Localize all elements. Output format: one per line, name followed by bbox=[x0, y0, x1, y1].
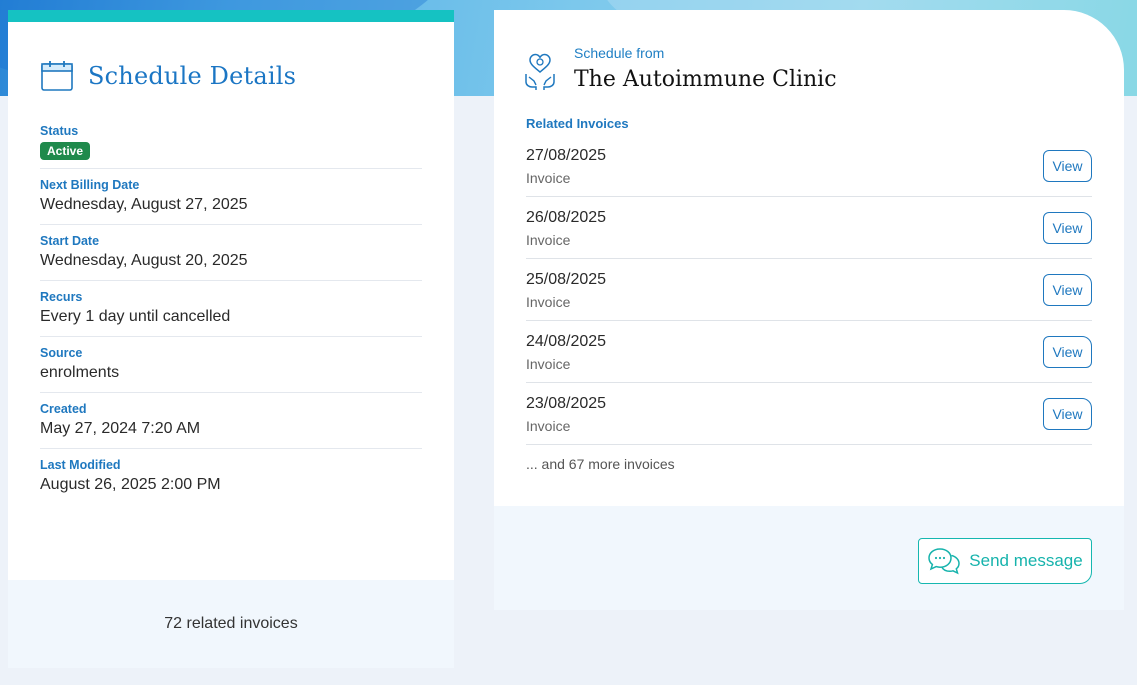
field-value: Wednesday, August 27, 2025 bbox=[40, 196, 248, 213]
schedule-fields: Status Active Next Billing Date Wednesda… bbox=[40, 115, 422, 504]
field-start-date: Start Date Wednesday, August 20, 2025 bbox=[40, 225, 422, 281]
invoice-info: 26/08/2025 Invoice bbox=[526, 207, 606, 248]
view-invoice-button[interactable]: View bbox=[1043, 149, 1092, 182]
invoice-row: 25/08/2025 Invoice View bbox=[526, 259, 1092, 321]
schedule-details-card: Schedule Details Status Active Next Bill… bbox=[8, 10, 454, 668]
status-badge: Active bbox=[40, 142, 91, 160]
invoice-date: 24/08/2025 bbox=[526, 333, 607, 350]
field-last-modified: Last Modified August 26, 2025 2:00 PM bbox=[40, 449, 422, 504]
field-value: Every 1 day until cancelled bbox=[40, 308, 231, 325]
field-label: Recurs bbox=[40, 290, 83, 304]
invoice-date: 27/08/2025 bbox=[526, 147, 607, 164]
field-label: Source bbox=[40, 346, 83, 360]
chat-bubbles-icon bbox=[928, 548, 961, 575]
invoice-type: Invoice bbox=[526, 356, 571, 372]
invoice-date: 26/08/2025 bbox=[526, 209, 607, 226]
field-label: Last Modified bbox=[40, 458, 121, 472]
card-accent-bar bbox=[8, 10, 454, 22]
field-value: Wednesday, August 20, 2025 bbox=[40, 252, 248, 269]
clinic-name: The Autoimmune Clinic bbox=[574, 67, 837, 92]
invoice-type: Invoice bbox=[526, 232, 571, 248]
clinic-text: Schedule from The Autoimmune Clinic bbox=[574, 44, 837, 92]
clinic-card-footer: Send message bbox=[494, 506, 1124, 610]
calendar-icon bbox=[41, 61, 73, 91]
page-title: Schedule Details bbox=[88, 62, 297, 90]
related-invoices-heading: Related Invoices bbox=[526, 116, 629, 131]
field-label: Start Date bbox=[40, 234, 100, 248]
invoice-date: 23/08/2025 bbox=[526, 395, 607, 412]
field-label: Next Billing Date bbox=[40, 178, 140, 192]
clinic-card: Schedule from The Autoimmune Clinic Rela… bbox=[494, 10, 1124, 610]
view-invoice-button[interactable]: View bbox=[1043, 335, 1092, 368]
view-invoice-button[interactable]: View bbox=[1043, 397, 1092, 430]
related-invoices: Related Invoices 27/08/2025 Invoice View… bbox=[526, 116, 1092, 472]
heart-hands-icon bbox=[525, 53, 555, 90]
invoice-info: 23/08/2025 Invoice bbox=[526, 393, 606, 434]
view-invoice-button[interactable]: View bbox=[1043, 211, 1092, 244]
invoice-type: Invoice bbox=[526, 294, 571, 310]
invoice-info: 25/08/2025 Invoice bbox=[526, 269, 606, 310]
related-invoices-count: 72 related invoices bbox=[8, 580, 454, 668]
send-message-button[interactable]: Send message bbox=[918, 538, 1092, 584]
invoice-date: 25/08/2025 bbox=[526, 271, 607, 288]
send-message-label: Send message bbox=[969, 551, 1083, 570]
schedule-from-label: Schedule from bbox=[574, 45, 665, 61]
invoice-row: 26/08/2025 Invoice View bbox=[526, 197, 1092, 259]
field-label: Status bbox=[40, 124, 79, 138]
field-created: Created May 27, 2024 7:20 AM bbox=[40, 393, 422, 449]
invoice-info: 27/08/2025 Invoice bbox=[526, 145, 606, 186]
view-invoice-button[interactable]: View bbox=[1043, 273, 1092, 306]
invoice-row: 24/08/2025 Invoice View bbox=[526, 321, 1092, 383]
invoice-info: 24/08/2025 Invoice bbox=[526, 331, 606, 372]
clinic-header: Schedule from The Autoimmune Clinic bbox=[494, 10, 1124, 92]
field-value: August 26, 2025 2:00 PM bbox=[40, 476, 221, 493]
field-label: Created bbox=[40, 402, 87, 416]
invoice-type: Invoice bbox=[526, 418, 571, 434]
field-value: enrolments bbox=[40, 364, 120, 381]
schedule-title-row: Schedule Details bbox=[8, 56, 454, 96]
field-next-billing-date: Next Billing Date Wednesday, August 27, … bbox=[40, 169, 422, 225]
invoice-row: 23/08/2025 Invoice View bbox=[526, 383, 1092, 445]
invoice-row: 27/08/2025 Invoice View bbox=[526, 135, 1092, 197]
field-value: May 27, 2024 7:20 AM bbox=[40, 420, 201, 437]
field-recurs: Recurs Every 1 day until cancelled bbox=[40, 281, 422, 337]
invoice-type: Invoice bbox=[526, 170, 571, 186]
more-invoices-text: ... and 67 more invoices bbox=[526, 456, 675, 472]
field-status: Status Active bbox=[40, 115, 422, 169]
field-source: Source enrolments bbox=[40, 337, 422, 393]
